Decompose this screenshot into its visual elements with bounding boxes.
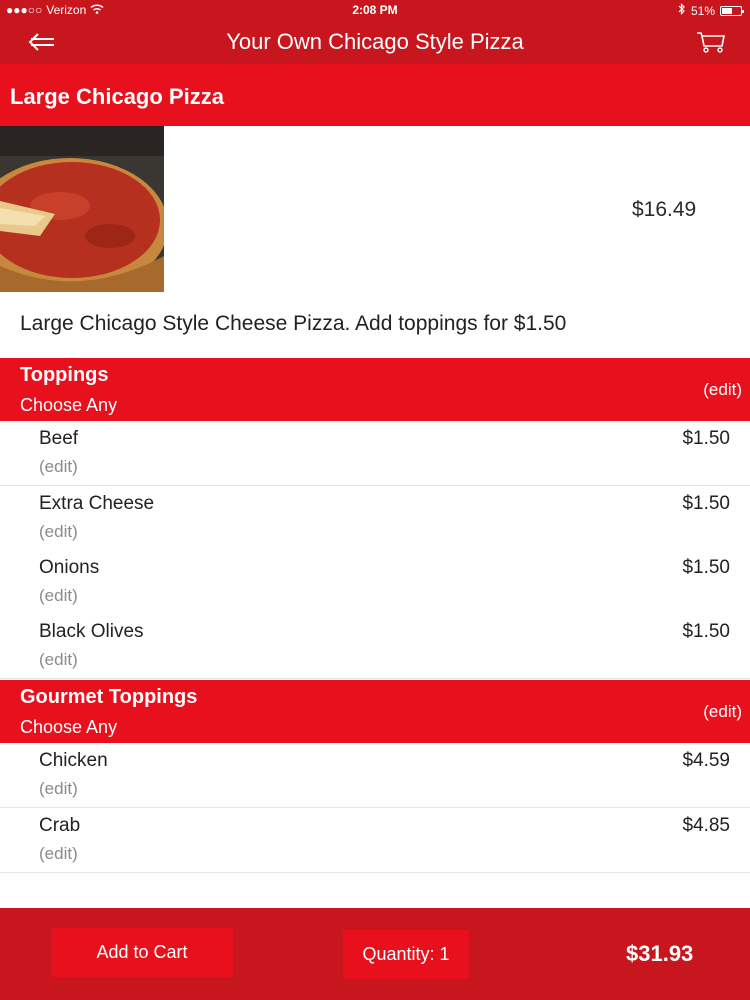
pizza-image	[0, 126, 164, 292]
item-header: Large Chicago Pizza	[0, 64, 750, 126]
section-title: Gourmet Toppings	[20, 686, 198, 708]
item-price: $16.49	[632, 198, 697, 221]
option-name: Crab	[39, 815, 81, 836]
option-price: $1.50	[682, 428, 730, 449]
nav-bar: Your Own Chicago Style Pizza	[0, 20, 750, 64]
option-price: $1.50	[682, 621, 730, 642]
option-price: $1.50	[682, 557, 730, 578]
option-edit-link[interactable]: (edit)	[39, 457, 78, 477]
section-title: Toppings	[20, 364, 109, 386]
option-edit-link[interactable]: (edit)	[39, 522, 78, 542]
battery-percent: 51%	[690, 3, 715, 18]
option-name: Chicken	[39, 750, 108, 771]
option-row[interactable]: Extra Cheese (edit) $1.50	[0, 486, 750, 551]
section-edit-link[interactable]: (edit)	[703, 702, 742, 722]
section-toppings-header: Toppings Choose Any (edit)	[0, 358, 750, 421]
option-name: Black Olives	[39, 621, 144, 642]
option-name: Beef	[39, 428, 79, 449]
section-subtitle: Choose Any	[20, 395, 118, 415]
battery-icon	[720, 5, 744, 16]
option-row[interactable]: Black Olives (edit) $1.50	[0, 614, 750, 679]
status-bar: ●●●○○ Verizon 2:08 PM 51%	[0, 0, 750, 20]
status-time: 2:08 PM	[352, 3, 398, 17]
cart-icon[interactable]	[696, 30, 726, 54]
item-description: Large Chicago Style Cheese Pizza. Add to…	[20, 312, 567, 335]
option-edit-link[interactable]: (edit)	[39, 844, 78, 864]
option-name: Extra Cheese	[39, 493, 155, 514]
option-edit-link[interactable]: (edit)	[39, 650, 78, 670]
footer-bar: Add to Cart Quantity: 1 $31.93	[0, 908, 750, 1000]
quantity-button[interactable]: Quantity: 1	[343, 930, 469, 979]
section-gourmet-toppings-header: Gourmet Toppings Choose Any (edit)	[0, 680, 750, 743]
status-right: 51%	[678, 3, 744, 18]
option-row[interactable]: Chicken (edit) $4.59	[0, 743, 750, 808]
option-name: Onions	[39, 557, 100, 578]
option-edit-link[interactable]: (edit)	[39, 779, 78, 799]
option-row[interactable]: Onions (edit) $1.50	[0, 550, 750, 615]
bluetooth-icon	[678, 3, 686, 18]
order-total: $31.93	[626, 941, 694, 966]
option-price: $4.85	[682, 815, 730, 836]
section-subtitle: Choose Any	[20, 717, 118, 737]
option-edit-link[interactable]: (edit)	[39, 586, 78, 606]
option-row[interactable]: Beef (edit) $1.50	[0, 421, 750, 486]
option-price: $1.50	[682, 493, 730, 514]
section-edit-link[interactable]: (edit)	[703, 380, 742, 400]
option-row[interactable]: Crab (edit) $4.85	[0, 808, 750, 873]
add-to-cart-button[interactable]: Add to Cart	[51, 928, 233, 977]
page-title: Your Own Chicago Style Pizza	[226, 29, 524, 54]
option-price: $4.59	[682, 750, 730, 771]
